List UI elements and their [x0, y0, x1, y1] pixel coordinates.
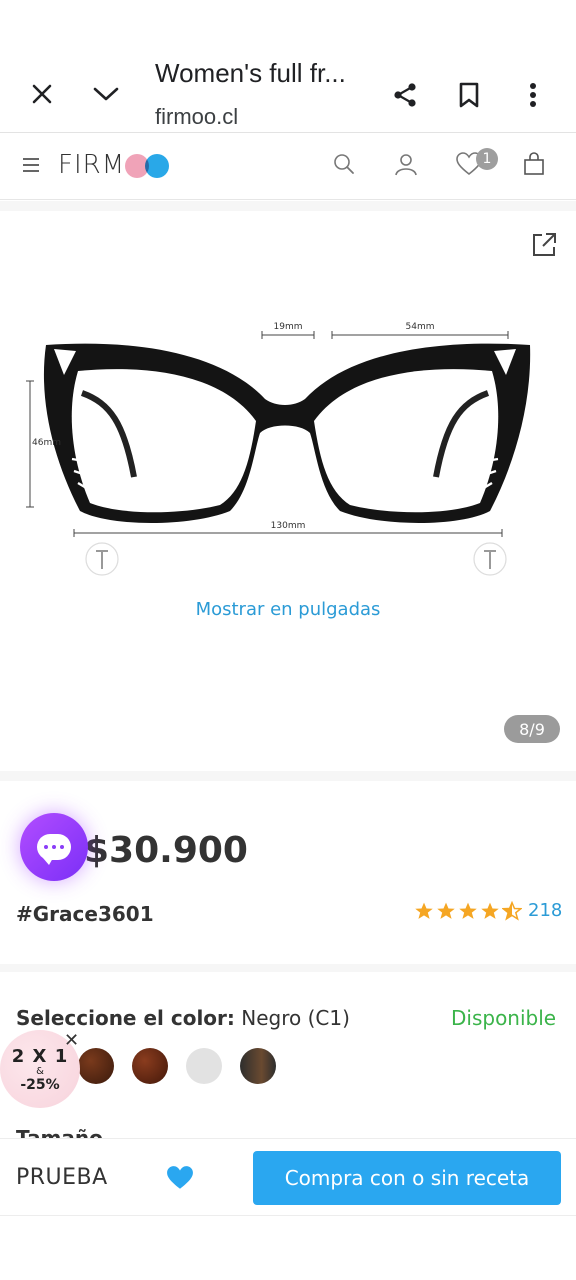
- browser-toolbar: Women's full fr... firmoo.cl: [0, 0, 576, 133]
- star-icon: [437, 902, 455, 919]
- chat-button[interactable]: [20, 813, 88, 881]
- search-icon[interactable]: [330, 150, 358, 178]
- product-rating[interactable]: 218: [414, 900, 562, 921]
- logo-text: FIRM: [58, 150, 126, 180]
- divider: [0, 201, 576, 211]
- half-star-icon: [502, 900, 522, 921]
- color-swatch[interactable]: [78, 1048, 114, 1084]
- product-gallery[interactable]: 19mm 54mm 46mm 130mm Mostrar en pulgadas…: [0, 211, 576, 771]
- account-icon[interactable]: [392, 150, 420, 178]
- try-on-button[interactable]: PRUEBA: [16, 1165, 108, 1190]
- frame-width-dimension: 130mm: [271, 521, 306, 531]
- chat-icon: [37, 834, 71, 865]
- color-swatches: [78, 1048, 276, 1084]
- glasses-image: 19mm 54mm 46mm 130mm: [26, 322, 531, 576]
- expand-icon[interactable]: [530, 231, 560, 261]
- color-label-prefix: Seleccione el color:: [16, 1006, 235, 1030]
- color-swatch[interactable]: [240, 1048, 276, 1084]
- page-title: Women's full fr...: [155, 58, 346, 88]
- divider: [0, 771, 576, 781]
- gallery-pager: 8/9: [504, 715, 560, 743]
- color-swatch[interactable]: [186, 1048, 222, 1084]
- review-count[interactable]: 218: [528, 900, 562, 921]
- page-url[interactable]: firmoo.cl: [155, 104, 238, 130]
- color-select-label: Seleccione el color: Negro (C1): [16, 1006, 350, 1030]
- logo-mark: [125, 152, 171, 178]
- bottom-action-bar: PRUEBA Compra con o sin receta: [0, 1138, 576, 1216]
- show-in-inches-link[interactable]: Mostrar en pulgadas: [0, 599, 576, 620]
- heart-icon[interactable]: [166, 1165, 194, 1195]
- bridge-dimension: 19mm: [274, 322, 303, 332]
- star-icon: [459, 902, 477, 919]
- rating-stars: [414, 900, 522, 921]
- wishlist-count-badge: 1: [476, 148, 498, 170]
- more-vert-icon[interactable]: [513, 75, 553, 115]
- cart-icon[interactable]: [520, 150, 548, 178]
- promo-line1: 2 X 1: [11, 1045, 69, 1067]
- product-price: $30.900: [84, 830, 248, 871]
- color-swatch[interactable]: [132, 1048, 168, 1084]
- lens-height-dimension: 46mm: [32, 438, 61, 448]
- close-icon[interactable]: [22, 74, 62, 114]
- lens-width-dimension: 54mm: [406, 322, 435, 332]
- chevron-down-icon[interactable]: [86, 74, 126, 114]
- site-logo[interactable]: FIRM: [58, 150, 171, 180]
- promo-close-icon[interactable]: ✕: [64, 1030, 79, 1051]
- menu-icon[interactable]: [20, 154, 42, 176]
- share-icon[interactable]: [385, 75, 425, 115]
- divider: [0, 964, 576, 972]
- bookmark-icon[interactable]: [449, 75, 489, 115]
- availability-status: Disponible: [451, 1006, 557, 1030]
- color-value: Negro (C1): [241, 1006, 350, 1030]
- star-icon: [481, 902, 499, 919]
- promo-line2: &: [36, 1065, 44, 1077]
- buy-button[interactable]: Compra con o sin receta: [253, 1151, 561, 1205]
- star-icon: [415, 902, 433, 919]
- promo-line3: -25%: [20, 1076, 60, 1093]
- product-sku: #Grace3601: [16, 902, 154, 926]
